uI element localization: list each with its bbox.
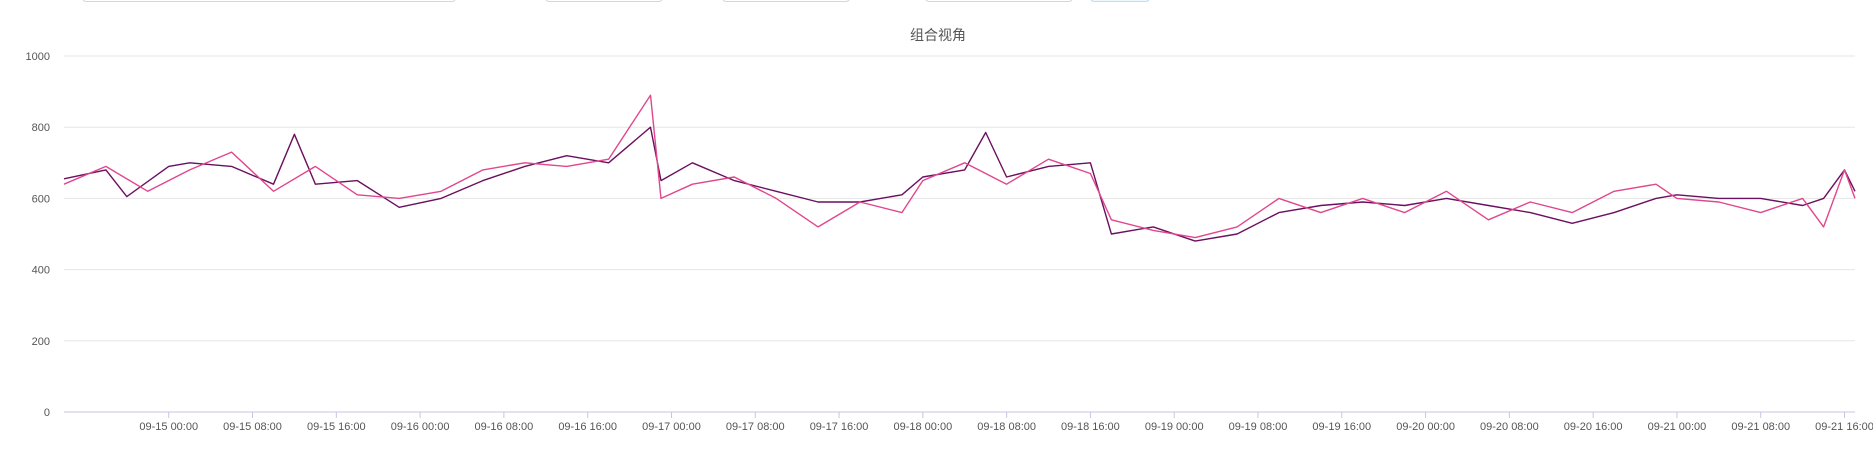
x-tick-label: 09-16 08:00 [475, 421, 534, 433]
x-tick-label: 09-19 08:00 [1229, 421, 1288, 433]
series-group [63, 94, 1856, 242]
x-tick-label: 09-16 00:00 [391, 421, 450, 433]
x-tick-label: 09-20 08:00 [1480, 421, 1539, 433]
x-tick-label: 09-18 08:00 [977, 421, 1036, 433]
x-tick-label: 09-19 00:00 [1145, 421, 1204, 433]
x-tick-label: 09-21 08:00 [1731, 421, 1790, 433]
y-tick-label: 600 [32, 193, 50, 205]
x-tick-label: 09-21 16:00 [1815, 421, 1873, 433]
y-axis: 0 200 400 600 800 1000 [26, 51, 50, 419]
x-tick-label: 09-18 16:00 [1061, 421, 1120, 433]
grid-lines [64, 55, 1855, 413]
y-tick-label: 800 [32, 122, 50, 134]
series-line-2 [63, 94, 1856, 239]
y-tick-label: 400 [32, 265, 50, 277]
x-tick-label: 09-17 08:00 [726, 421, 785, 433]
x-tick-label: 09-15 08:00 [223, 421, 282, 433]
y-tick-label: 1000 [26, 51, 50, 63]
chart-title: 组合视角 [910, 27, 966, 43]
x-tick-label: 09-21 00:00 [1648, 421, 1707, 433]
x-axis: 09-15 00:00 09-15 08:00 09-15 16:00 09-16 0… [64, 411, 1873, 433]
x-tick-label: 09-15 00:00 [139, 421, 198, 433]
x-tick-label: 09-16 16:00 [558, 421, 617, 433]
y-tick-label: 0 [44, 407, 50, 419]
x-tick-label: 09-18 00:00 [893, 421, 952, 433]
series-line-1 [63, 126, 1856, 242]
y-tick-label: 200 [32, 336, 50, 348]
line-chart: 组合视角 02004006008001000 09-15 00:00 09-15 … [26, 27, 1873, 433]
x-tick-label: 09-17 00:00 [642, 421, 701, 433]
x-tick-label: 09-19 16:00 [1312, 421, 1371, 433]
x-tick-label: 09-20 00:00 [1396, 421, 1455, 433]
x-tick-label: 09-15 16:00 [307, 421, 366, 433]
x-tick-label: 09-17 16:00 [810, 421, 869, 433]
x-tick-label: 09-20 16:00 [1564, 421, 1623, 433]
